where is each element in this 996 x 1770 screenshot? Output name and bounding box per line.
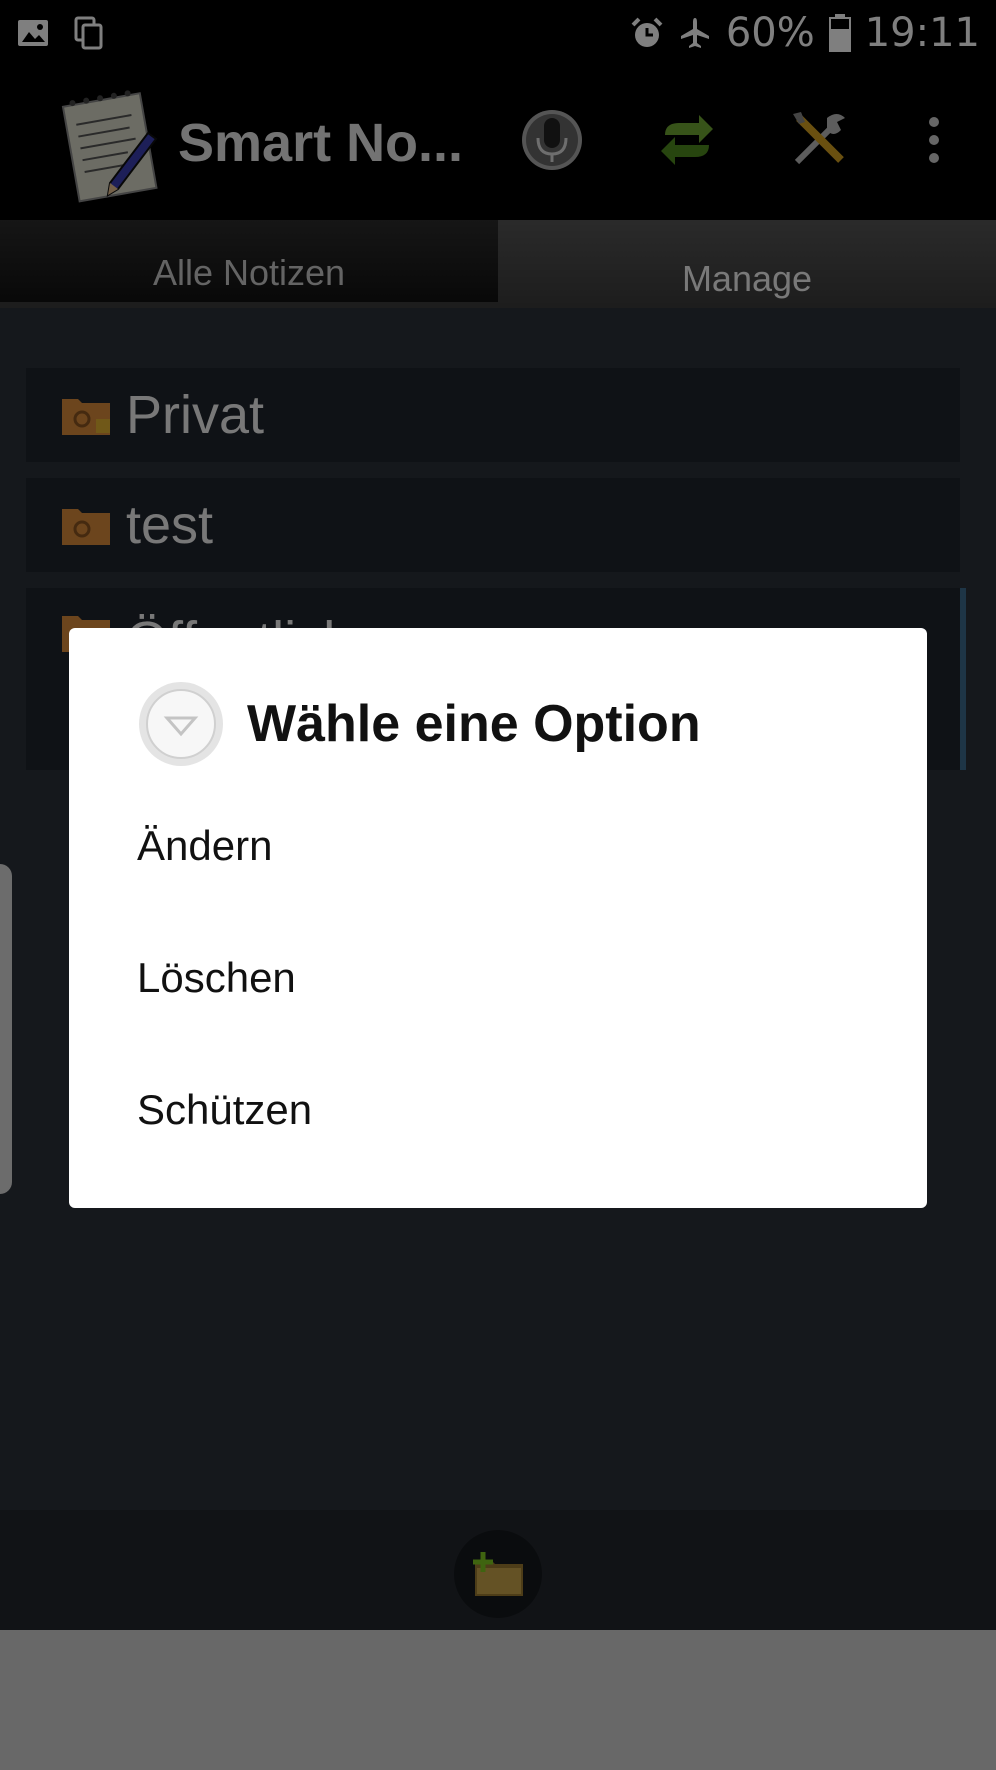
option-aendern[interactable]: Ändern — [137, 796, 877, 896]
option-schuetzen[interactable]: Schützen — [137, 1060, 877, 1160]
dialog-title: Wähle eine Option — [247, 695, 701, 753]
option-dialog: Wähle eine Option Ändern Löschen Schütze… — [69, 628, 927, 1208]
dropdown-circle-icon — [139, 682, 223, 766]
dialog-header: Wähle eine Option — [137, 680, 701, 768]
option-loeschen[interactable]: Löschen — [137, 928, 877, 1028]
